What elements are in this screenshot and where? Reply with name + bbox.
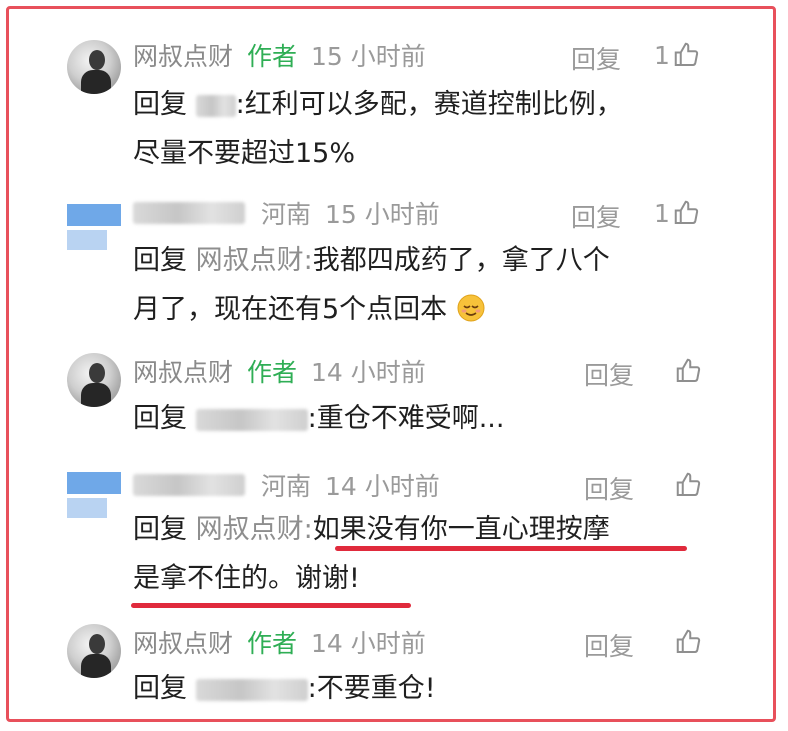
timestamp: 14 小时前	[311, 358, 426, 387]
comment-text: 回复 :红利可以多配，赛道控制比例， 尽量不要超过15%	[133, 80, 713, 178]
username[interactable]: 网叔点财	[133, 624, 233, 660]
relieved-face-emoji	[457, 294, 485, 322]
author-avatar[interactable]	[67, 624, 121, 678]
redacted-username	[133, 202, 245, 224]
like-button[interactable]	[672, 470, 704, 500]
comment-text: 回复 网叔点财:我都四成药了，拿了八个 月了，现在还有5个点回本	[133, 236, 713, 334]
comment-line: 不要重仓!	[316, 673, 436, 704]
reply-button[interactable]: 回复	[571, 198, 621, 234]
highlight-underline	[335, 546, 687, 551]
colon: :	[307, 403, 317, 434]
user-avatar[interactable]	[67, 202, 121, 256]
like-button[interactable]: 1	[654, 40, 702, 70]
comment-line: 红利可以多配，赛道控制比例，	[244, 89, 623, 120]
like-count: 1	[654, 198, 670, 228]
redacted-username	[195, 678, 308, 701]
comment-meta: 网叔点财 作者 15 小时前	[133, 38, 426, 72]
like-count: 1	[654, 40, 670, 70]
comment-line: 重仓不难受啊...	[316, 403, 505, 434]
highlight-underline	[131, 603, 411, 608]
thumbs-up-icon	[674, 42, 699, 66]
comment-meta: 河南 14 小时前	[133, 468, 440, 502]
reply-button[interactable]: 回复	[584, 470, 634, 506]
thumbs-up-icon	[674, 200, 699, 224]
comment-line: 月了，现在还有5个点回本	[133, 294, 448, 325]
redacted-username	[133, 474, 245, 496]
thumbs-up-icon	[676, 358, 701, 382]
timestamp: 15 小时前	[325, 200, 440, 229]
author-badge: 作者	[247, 42, 298, 71]
comment-line: 尽量不要超过15%	[133, 138, 356, 169]
comment-text: 回复 :不要重仓!	[133, 664, 713, 713]
comment-line: 我都四成药了，拿了八个	[312, 245, 610, 276]
colon: :	[303, 245, 313, 276]
timestamp: 15 小时前	[311, 42, 426, 71]
reply-prefix: 回复	[133, 673, 187, 704]
location: 河南	[261, 472, 312, 501]
thumbs-up-icon	[676, 629, 701, 653]
reply-button[interactable]: 回复	[584, 356, 634, 392]
location: 河南	[261, 200, 312, 229]
comment-line: 是拿不住的。谢谢!	[133, 563, 360, 594]
like-button[interactable]	[672, 627, 704, 657]
thumbs-up-icon	[676, 472, 701, 496]
comment-text: 回复 网叔点财:如果没有你一直心理按摩 是拿不住的。谢谢!	[133, 505, 713, 603]
username[interactable]: 网叔点财	[133, 37, 233, 73]
reply-button[interactable]: 回复	[584, 627, 634, 663]
colon: :	[303, 514, 313, 545]
reply-prefix: 回复	[133, 403, 187, 434]
like-button[interactable]: 1	[654, 198, 702, 228]
reply-prefix: 回复	[133, 514, 187, 545]
reply-to-username[interactable]: 网叔点财	[196, 245, 304, 276]
colon: :	[235, 89, 245, 120]
author-badge: 作者	[247, 358, 298, 387]
comment-meta: 河南 15 小时前	[133, 196, 440, 230]
username[interactable]: 网叔点财	[133, 353, 233, 389]
author-avatar[interactable]	[67, 40, 121, 94]
reply-prefix: 回复	[133, 245, 187, 276]
comment-line: 如果没有你一直心理按摩	[312, 514, 610, 545]
reply-button[interactable]: 回复	[571, 40, 621, 76]
reply-to-username[interactable]: 网叔点财	[196, 514, 304, 545]
comment-meta: 网叔点财 作者 14 小时前	[133, 354, 426, 388]
redacted-username	[195, 94, 236, 117]
comment-meta: 网叔点财 作者 14 小时前	[133, 625, 426, 659]
comment-text: 回复 :重仓不难受啊...	[133, 394, 713, 443]
author-avatar[interactable]	[67, 353, 121, 407]
timestamp: 14 小时前	[325, 472, 440, 501]
timestamp: 14 小时前	[311, 629, 426, 658]
redacted-username	[195, 408, 308, 431]
user-avatar[interactable]	[67, 470, 121, 524]
author-badge: 作者	[247, 629, 298, 658]
like-button[interactable]	[672, 356, 704, 386]
colon: :	[307, 673, 317, 704]
reply-prefix: 回复	[133, 89, 187, 120]
